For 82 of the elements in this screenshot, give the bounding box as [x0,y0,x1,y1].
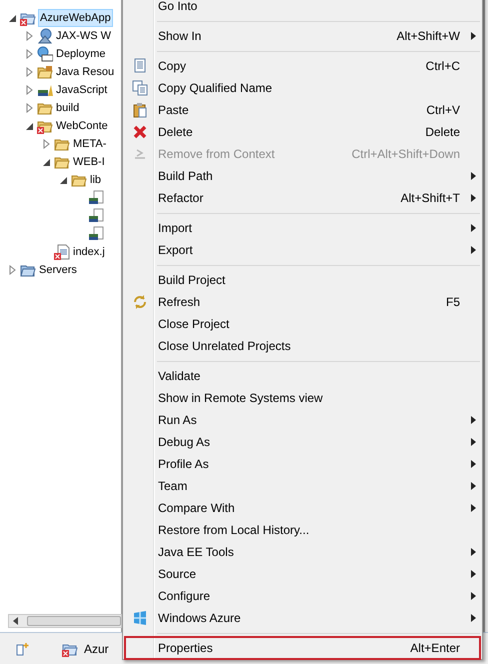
submenu-arrow-icon [470,224,476,232]
menu-item[interactable]: Debug As [125,431,480,453]
windows-logo-icon [132,610,148,626]
submenu-arrow-icon [470,614,476,622]
menu-item[interactable]: Properties Alt+Enter [125,637,480,659]
delete-icon [132,124,148,140]
globe-icon [37,46,53,62]
copy-icon [132,80,148,96]
tree-item[interactable]: WEB-I [72,154,106,170]
copy-icon [132,58,148,74]
submenu-arrow-icon [470,438,476,446]
menu-item[interactable]: Source [125,563,480,585]
menu-item[interactable]: Close Project [125,313,480,335]
tree-item[interactable]: WebConte [55,118,109,134]
submenu-arrow-icon [470,482,476,490]
collapsed-arrow-icon[interactable] [25,31,35,41]
menu-item[interactable]: Export [125,239,480,261]
menu-item[interactable]: Copy Qualified Name [125,77,480,99]
jar-icon [88,190,104,206]
tab-label[interactable]: Azur [84,640,109,658]
collapsed-arrow-icon[interactable] [25,85,35,95]
collapsed-arrow-icon[interactable] [25,67,35,77]
scrollbar-thumb[interactable] [27,616,121,626]
expanded-arrow-icon[interactable] [25,121,35,131]
submenu-arrow-icon [470,194,476,202]
menu-item[interactable]: Validate [125,365,480,387]
globe-icon [37,28,53,44]
submenu-arrow-icon [470,172,476,180]
expanded-arrow-icon[interactable] [59,175,69,185]
collapsed-arrow-icon[interactable] [8,265,18,275]
submenu-arrow-icon [470,32,476,40]
tree-item[interactable]: build [55,100,80,116]
menu-item[interactable]: Refresh F5 [125,291,480,313]
menu-item[interactable]: Build Project [125,269,480,291]
expanded-arrow-icon[interactable] [8,13,18,23]
submenu-arrow-icon [470,570,476,578]
menu-item[interactable]: Profile As [125,453,480,475]
submenu-arrow-icon [470,548,476,556]
submenu-arrow-icon [470,416,476,424]
tree-item[interactable]: Servers [38,262,78,278]
file-icon [54,244,70,260]
menu-item[interactable]: Java EE Tools [125,541,480,563]
menu-item[interactable]: Team [125,475,480,497]
menu-item[interactable]: Restore from Local History... [125,519,480,541]
left-arrow-icon [13,617,19,625]
tree-item[interactable]: index.j [72,244,106,260]
menu-item[interactable]: Close Unrelated Projects [125,335,480,357]
menu-item[interactable]: Build Path [125,165,480,187]
horizontal-scrollbar[interactable] [8,614,122,628]
tree-item[interactable]: lib [89,172,102,188]
tree-item[interactable]: META- [72,136,108,152]
submenu-arrow-icon [470,504,476,512]
menu-item[interactable]: Configure [125,585,480,607]
menu-item[interactable]: Compare With [125,497,480,519]
menu-item[interactable]: Delete Delete [125,121,480,143]
new-view-icon [16,642,30,656]
menu-item[interactable]: Show In Alt+Shift+W [125,25,480,47]
refresh-icon [132,294,148,310]
collapsed-arrow-icon[interactable] [42,139,52,149]
clipboard-icon [132,102,148,118]
tree-item[interactable]: JavaScript [55,82,108,98]
submenu-arrow-icon [470,592,476,600]
menu-item[interactable]: Go Into [125,0,480,17]
tree-item[interactable]: AzureWebApp [38,9,113,27]
tree-item[interactable]: JAX-WS W [55,28,112,44]
menu-item[interactable]: Windows Azure [125,607,480,629]
expanded-arrow-icon[interactable] [42,157,52,167]
menu-item[interactable]: Run As [125,409,480,431]
menu-item[interactable]: Paste Ctrl+V [125,99,480,121]
menu-item[interactable]: Import [125,217,480,239]
menu-item[interactable]: Show in Remote Systems view [125,387,480,409]
collapsed-arrow-icon[interactable] [25,103,35,113]
menu-item[interactable]: Refactor Alt+Shift+T [125,187,480,209]
tree-item[interactable]: Java Resou [55,64,116,80]
jar-icon [88,226,104,242]
jar-icon [88,208,104,224]
collapsed-arrow-icon[interactable] [25,49,35,59]
folder-icon [37,64,53,80]
tree-item[interactable]: Deployme [55,46,107,62]
submenu-arrow-icon [470,246,476,254]
submenu-arrow-icon [470,460,476,468]
menu-item[interactable]: Copy Ctrl+C [125,55,480,77]
